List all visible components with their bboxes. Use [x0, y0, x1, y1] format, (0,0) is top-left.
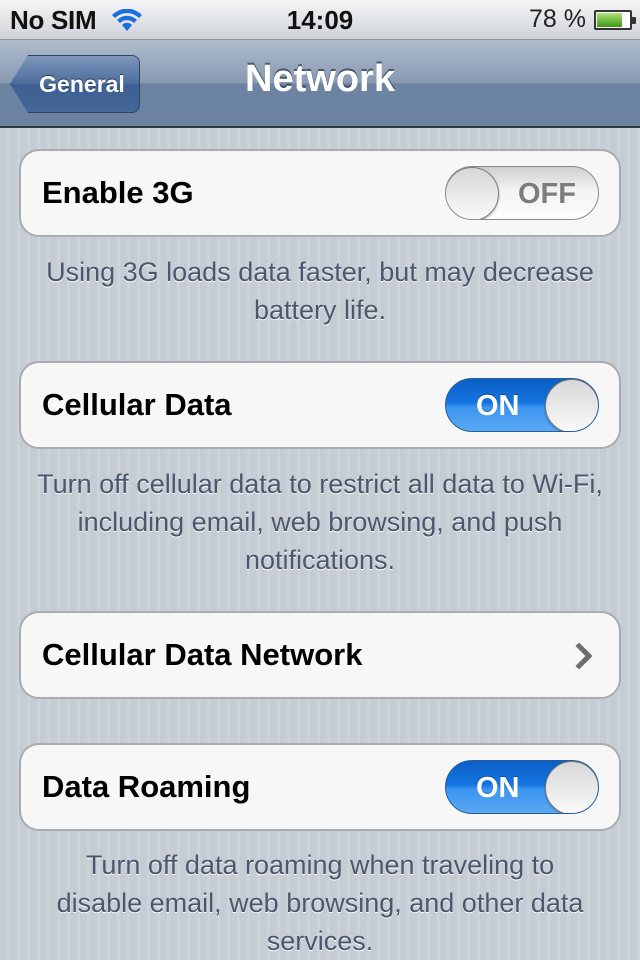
cellular-data-toggle[interactable]: ON — [445, 378, 599, 432]
cellular-data-network-label: Cellular Data Network — [42, 637, 363, 672]
status-bar: No SIM 14:09 78 % — [0, 0, 640, 40]
cellular-data-network-row[interactable]: Cellular Data Network — [19, 611, 621, 699]
enable-3g-toggle[interactable]: OFF — [445, 166, 599, 220]
status-right: 78 % — [529, 5, 636, 34]
toggle-knob — [545, 379, 598, 431]
toggle-state-label: ON — [476, 390, 520, 422]
toggle-state-label: ON — [476, 772, 520, 804]
cellular-data-row: Cellular Data ON — [19, 361, 621, 449]
cellular-data-label: Cellular Data — [42, 387, 232, 422]
page-title: Network — [245, 58, 395, 100]
battery-tip — [632, 16, 636, 24]
battery-icon — [594, 9, 636, 30]
enable-3g-footer: Using 3G loads data faster, but may decr… — [46, 257, 594, 325]
data-roaming-label: Data Roaming — [42, 769, 251, 804]
data-roaming-toggle[interactable]: ON — [445, 760, 599, 814]
toggle-knob — [545, 761, 598, 813]
battery-fill — [597, 12, 622, 27]
cellular-data-footer: Turn off cellular data to restrict all d… — [37, 469, 603, 575]
toggle-state-label: OFF — [518, 178, 576, 210]
battery-percent: 78 % — [529, 5, 586, 33]
data-roaming-row: Data Roaming ON — [19, 743, 621, 831]
enable-3g-label: Enable 3G — [42, 175, 194, 210]
enable-3g-row: Enable 3G OFF — [19, 149, 621, 237]
toggle-knob — [446, 167, 499, 219]
chevron-right-icon — [571, 642, 597, 670]
data-roaming-footer: Turn off data roaming when traveling to … — [56, 850, 584, 956]
navigation-bar: General Network — [0, 40, 640, 128]
